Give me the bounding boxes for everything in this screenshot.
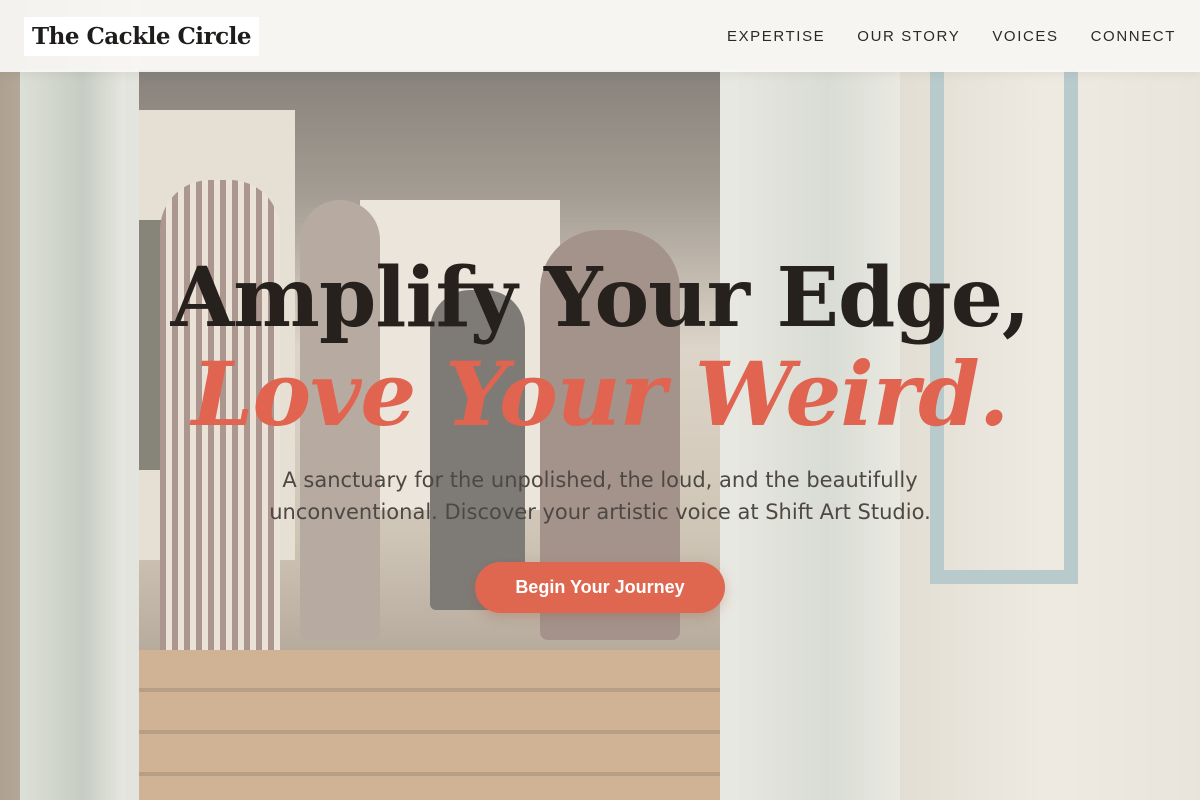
main-nav: EXPERTISE OUR STORY VOICES CONNECT bbox=[727, 28, 1176, 45]
top-navigation-bar: The Cackle Circle EXPERTISE OUR STORY VO… bbox=[0, 0, 1200, 72]
brand-logo[interactable]: The Cackle Circle bbox=[24, 16, 260, 56]
nav-link-expertise[interactable]: EXPERTISE bbox=[727, 28, 825, 45]
nav-link-connect[interactable]: CONNECT bbox=[1091, 28, 1176, 45]
hero-subtitle: A sanctuary for the unpolished, the loud… bbox=[269, 468, 931, 524]
hero-headline-line2: Love Your Weird. bbox=[191, 342, 1010, 446]
hero-section: Amplify Your Edge, Love Your Weird. A sa… bbox=[0, 250, 1200, 613]
nav-link-voices[interactable]: VOICES bbox=[992, 28, 1058, 45]
begin-journey-button[interactable]: Begin Your Journey bbox=[475, 562, 725, 613]
hero-headline-line1: Amplify Your Edge, bbox=[170, 250, 1031, 346]
nav-link-our-story[interactable]: OUR STORY bbox=[857, 28, 960, 45]
